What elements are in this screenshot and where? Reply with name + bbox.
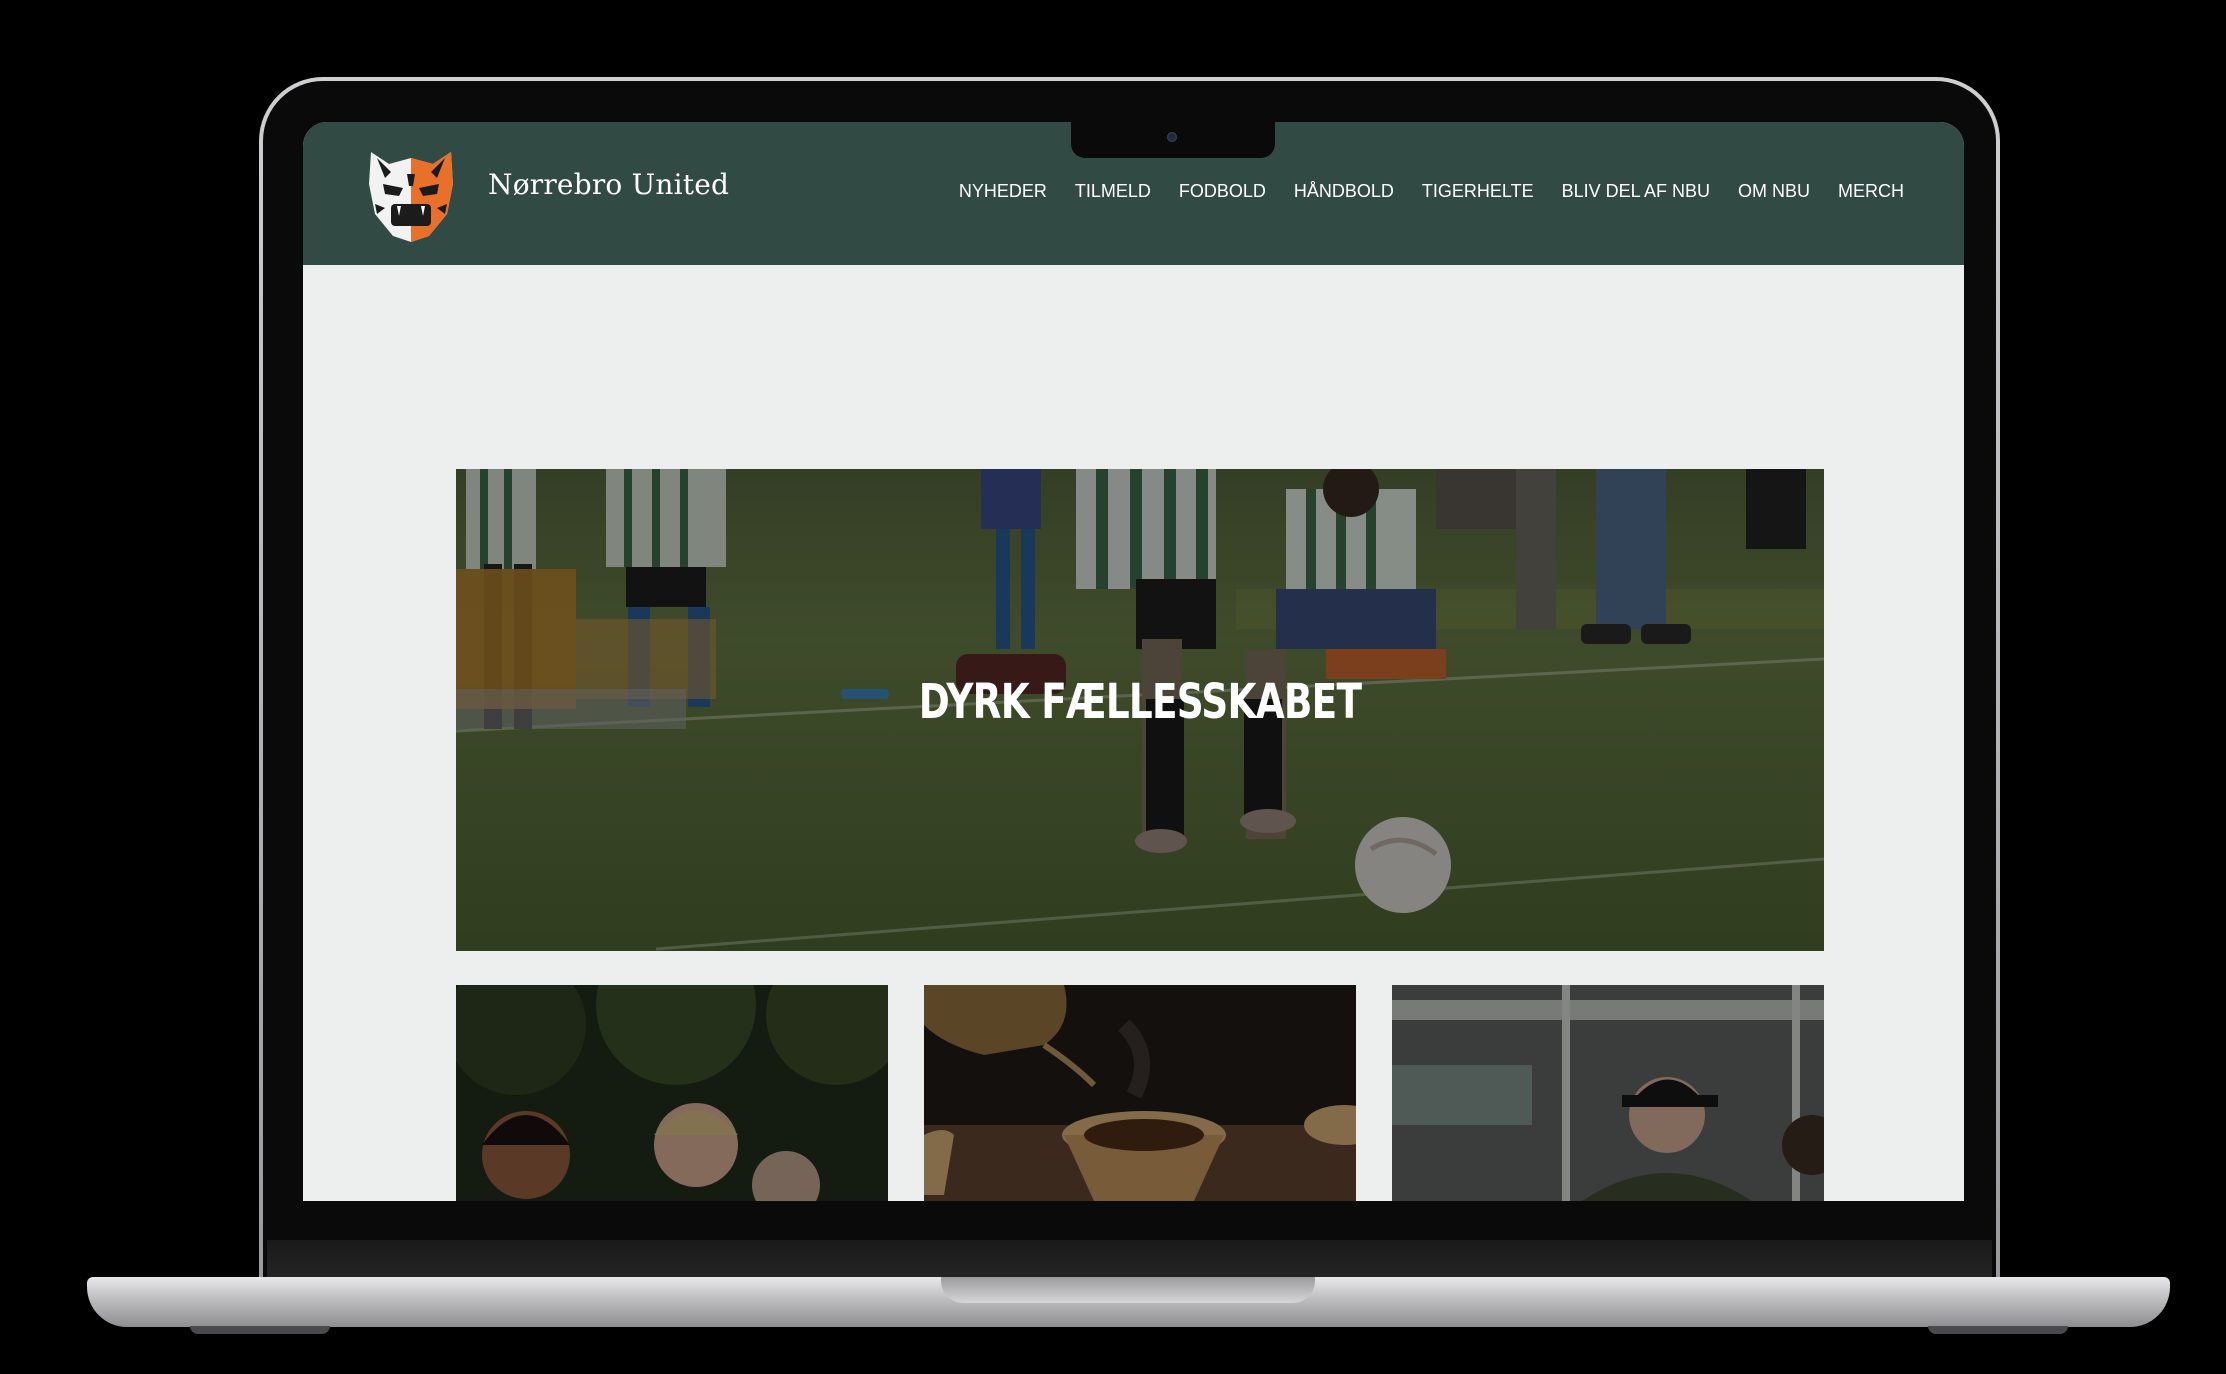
browser-screen: Nørrebro United NYHEDER TILMELD FODBOLD … (303, 122, 1964, 1201)
hero-banner[interactable]: DYRK FÆLLESSKABET (456, 469, 1824, 951)
card-coach[interactable] (1392, 985, 1824, 1201)
laptop-bezel: Nørrebro United NYHEDER TILMELD FODBOLD … (263, 81, 1996, 1284)
nav-fodbold[interactable]: FODBOLD (1179, 181, 1266, 202)
card-image-people (456, 985, 888, 1201)
nav-bliv-del-af-nbu[interactable]: BLIV DEL AF NBU (1562, 181, 1710, 202)
card-coffee[interactable] (924, 985, 1356, 1201)
main-nav: NYHEDER TILMELD FODBOLD HÅNDBOLD TIGERHE… (959, 181, 1904, 202)
laptop-foot-right (1928, 1326, 2068, 1334)
nav-om-nbu[interactable]: OM NBU (1738, 181, 1810, 202)
nav-tilmeld[interactable]: TILMELD (1075, 181, 1151, 202)
nav-tigerhelte[interactable]: TIGERHELTE (1422, 181, 1534, 202)
trackpad-notch (941, 1277, 1315, 1303)
tiger-logo-icon[interactable] (363, 144, 459, 244)
card-image-coffee (924, 985, 1356, 1201)
card-community[interactable] (456, 985, 888, 1201)
laptop-base (87, 1277, 2170, 1327)
camera-icon (1167, 132, 1177, 142)
laptop-lid: Nørrebro United NYHEDER TILMELD FODBOLD … (259, 77, 2000, 1284)
card-image-coach (1392, 985, 1824, 1201)
device-mockup: Nørrebro United NYHEDER TILMELD FODBOLD … (0, 0, 2226, 1374)
nav-handbold[interactable]: HÅNDBOLD (1294, 181, 1394, 202)
laptop-foot-left (190, 1326, 330, 1334)
hero-title: DYRK FÆLLESSKABET (918, 674, 1362, 730)
camera-notch (1071, 122, 1275, 158)
brand-name[interactable]: Nørrebro United (488, 168, 729, 201)
nav-nyheder[interactable]: NYHEDER (959, 181, 1047, 202)
nav-merch[interactable]: MERCH (1838, 181, 1904, 202)
